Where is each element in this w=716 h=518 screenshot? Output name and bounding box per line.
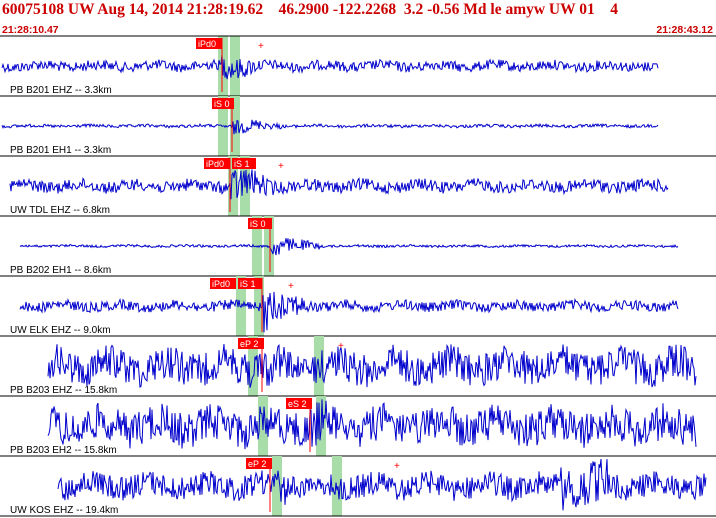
pick-label[interactable]: iS 1 (234, 159, 250, 169)
pick-label[interactable]: eP 2 (240, 339, 258, 349)
trace-label: PB B203 EH2 -- 15.8km (10, 445, 117, 456)
pick-label[interactable]: iPd0 (198, 39, 216, 49)
trace-label: PB B201 EHZ -- 3.3km (10, 85, 112, 96)
trace-panel[interactable]: eP 2 + PB B203 EHZ -- 15.8km (0, 336, 716, 397)
pick-mark[interactable]: + (338, 341, 344, 352)
waveform-trace (57, 458, 707, 511)
waveform-trace (19, 291, 679, 333)
trace-label: PB B201 EH1 -- 3.3km (10, 145, 111, 156)
trace-panel[interactable]: eP 2 + UW KOS EHZ -- 19.4km (0, 456, 716, 517)
trace-label: UW KOS EHZ -- 19.4km (10, 505, 118, 516)
trace-label: UW ELK EHZ -- 9.0km (10, 325, 111, 336)
pick-mark[interactable]: + (258, 41, 264, 52)
waveform-trace (19, 238, 679, 256)
trace-panel[interactable]: iPd0 iS 1 + UW ELK EHZ -- 9.0km (0, 276, 716, 337)
pick-label[interactable]: iPd0 (206, 159, 224, 169)
pick-mark[interactable]: + (394, 461, 400, 472)
trace-panel[interactable]: iPd0 iS 1 + UW TDL EHZ -- 6.8km (0, 156, 716, 217)
waveform-trace (1, 54, 659, 80)
waveform-trace (1, 119, 659, 135)
trace-panel[interactable]: eS 2 PB B203 EH2 -- 15.8km (0, 396, 716, 457)
pick-label[interactable]: eP 2 (248, 459, 266, 469)
trace-panel[interactable]: iS 0 PB B202 EH1 -- 8.6km (0, 216, 716, 277)
waveform-trace (47, 343, 697, 389)
trace-label: PB B202 EH1 -- 8.6km (10, 265, 111, 276)
pick-window-band (332, 456, 342, 516)
pick-mark[interactable]: + (288, 281, 294, 292)
waveform-trace (47, 399, 697, 450)
pick-mark[interactable]: + (278, 161, 284, 172)
pick-label[interactable]: iS 0 (250, 219, 266, 229)
seismogram-panel[interactable]: iPd0 + PB B201 EHZ -- 3.3km iS 0 PB B201 EH1… (0, 0, 716, 518)
trace-panel[interactable]: iPd0 + PB B201 EHZ -- 3.3km (0, 36, 716, 97)
waveform-trace (9, 169, 669, 200)
pick-label[interactable]: iS 0 (214, 99, 230, 109)
trace-panel[interactable]: iS 0 PB B201 EH1 -- 3.3km (0, 96, 716, 157)
pick-label[interactable]: iPd0 (212, 279, 230, 289)
trace-label: UW TDL EHZ -- 6.8km (10, 205, 110, 216)
pick-label[interactable]: eS 2 (288, 399, 307, 409)
trace-label: PB B203 EHZ -- 15.8km (10, 385, 117, 396)
pick-label[interactable]: iS 1 (240, 279, 256, 289)
